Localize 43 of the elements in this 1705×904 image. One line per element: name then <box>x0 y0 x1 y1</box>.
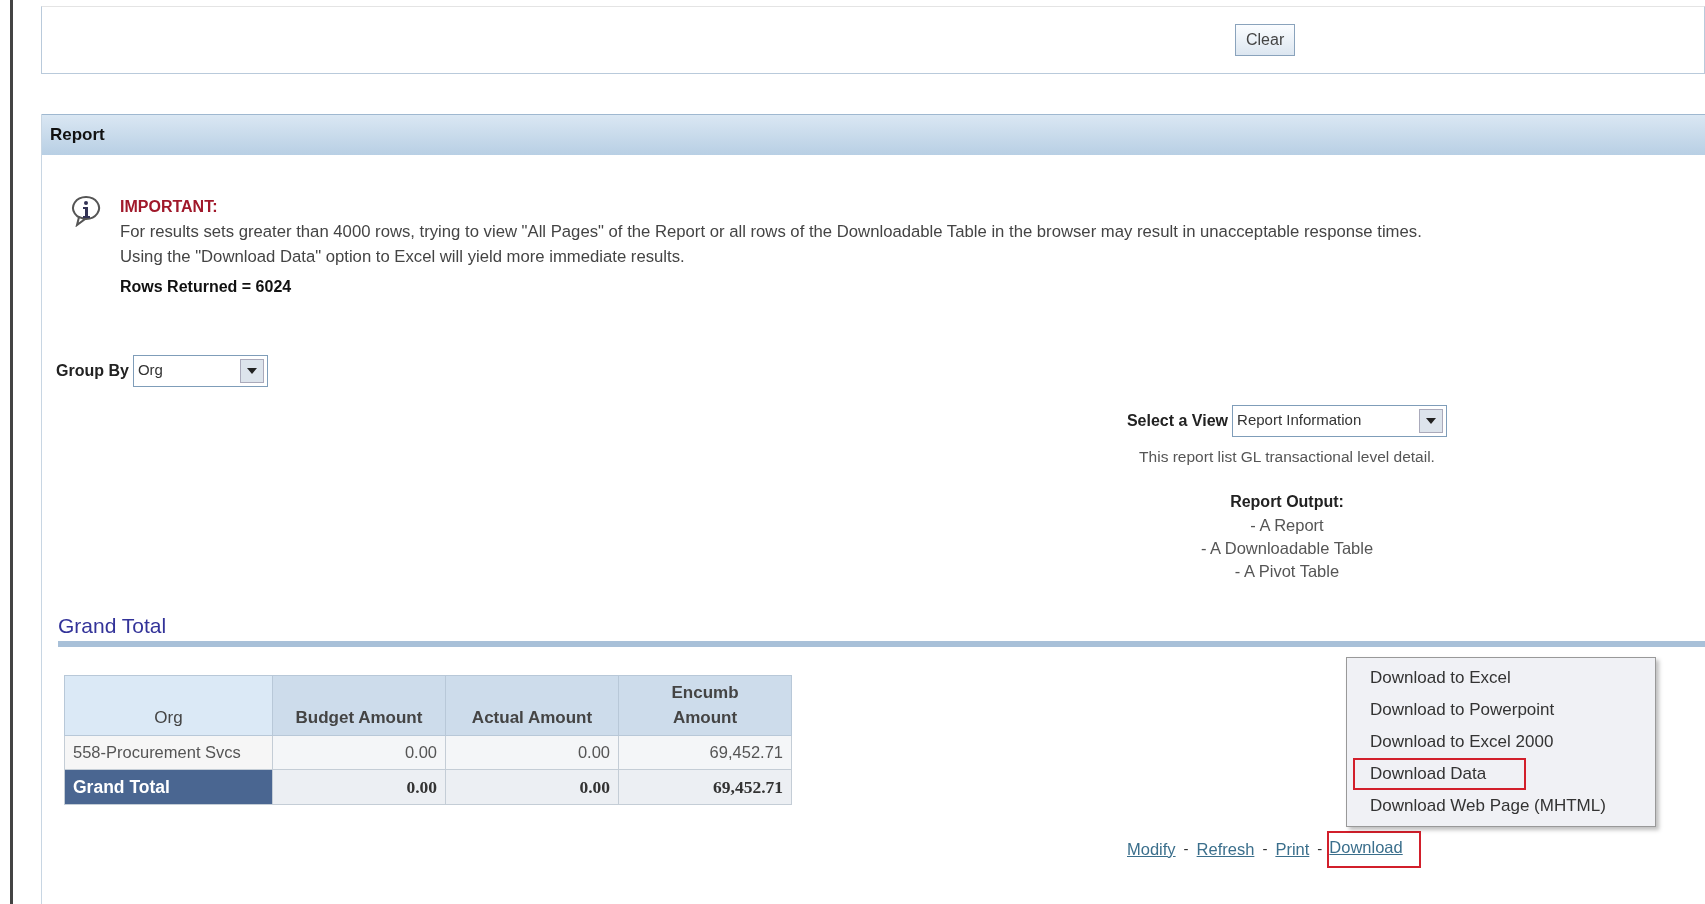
notice-heading: IMPORTANT: <box>120 196 219 217</box>
info-icon <box>70 194 102 227</box>
notice-text: Using the "Download Data" option to Excel will yield more immediate results. <box>120 245 686 268</box>
table-cell: 0.00 <box>272 735 446 770</box>
menu-item[interactable]: Download Web Page (MHTML) <box>1353 790 1620 822</box>
output-item: - A Report <box>1250 514 1324 536</box>
table-cell: 0.00 <box>272 769 446 805</box>
caret-icon <box>1426 417 1437 424</box>
action-link[interactable]: Download <box>1327 830 1421 868</box>
caret-icon <box>246 367 257 374</box>
menu-item[interactable]: Download to Excel <box>1353 662 1525 694</box>
rows-returned: Rows Returned = 6024 <box>120 276 293 297</box>
menu-item[interactable]: Download to Excel 2000 <box>1353 726 1568 758</box>
output-heading: Report Output: <box>1230 491 1344 512</box>
group-by-dropdown[interactable]: Org <box>132 354 268 387</box>
group-by-label: Group By <box>56 360 129 381</box>
menu-item[interactable]: Download Data <box>1353 758 1527 790</box>
table-cell: 0.00 <box>445 769 619 805</box>
table-cell: 69,452.71 <box>618 735 792 770</box>
table-cell: 558-Procurement Svcs <box>64 735 273 770</box>
action-link[interactable]: Modify <box>1124 832 1179 866</box>
link-separator: - <box>1262 839 1268 860</box>
column-header: Actual Amount <box>445 675 619 736</box>
column-header: Budget Amount <box>272 675 446 736</box>
link-separator: - <box>1183 839 1189 860</box>
output-item: - A Downloadable Table <box>1200 537 1374 559</box>
view-dropdown[interactable]: Report Information <box>1232 404 1448 437</box>
view-description: This report list GL transactional level detail. <box>1139 446 1435 467</box>
output-item: - A Pivot Table <box>1234 560 1340 582</box>
table-cell: Grand Total <box>64 769 273 805</box>
action-link[interactable]: Print <box>1272 832 1313 866</box>
notice-text: For results sets greater than 4000 rows, trying to view "All Pages" of the Report or all rows of the Downloadable Table in the browser may result in unacceptable response times. <box>120 220 1422 243</box>
link-separator: - <box>1317 839 1323 860</box>
table-cell: 69,452.71 <box>618 769 792 805</box>
section-title: Grand Total <box>58 612 168 638</box>
table-cell: 0.00 <box>445 735 619 770</box>
column-header: Encumb Amount <box>618 675 792 736</box>
panel-header: Report <box>42 114 1705 155</box>
menu-item[interactable]: Download to Powerpoint <box>1353 694 1569 726</box>
clear-button[interactable]: Clear <box>1235 24 1296 56</box>
action-link[interactable]: Refresh <box>1193 832 1258 866</box>
view-label: Select a View <box>1126 410 1229 431</box>
column-header: Org <box>64 675 273 736</box>
